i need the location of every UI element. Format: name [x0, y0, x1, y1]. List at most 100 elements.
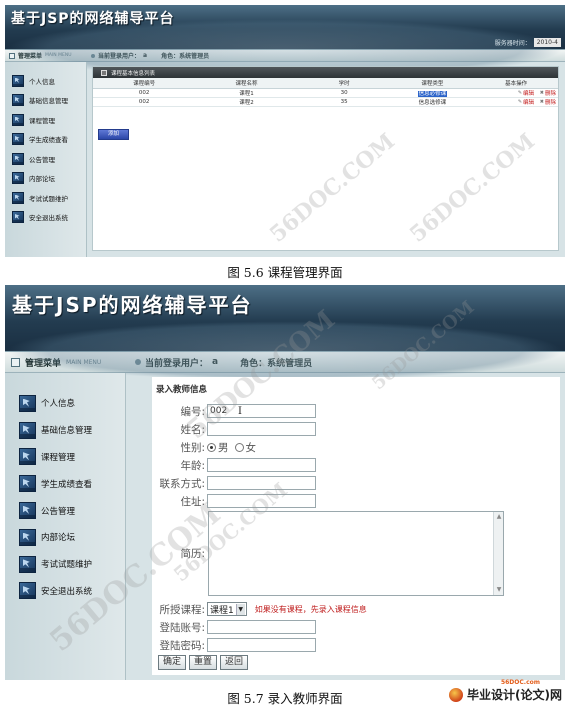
course-table: 课程编号 课程名称 学时 课程类型 基本操作 002 课程1 30 信息必修课 … [93, 78, 558, 107]
course-name: 课程1 [195, 88, 298, 98]
sidebar-item-courses[interactable]: 课程管理 [5, 110, 86, 130]
app-banner: 基于JSP的网络辅导平台 [5, 285, 565, 381]
scrollbar[interactable]: ▲ ▼ [493, 512, 503, 595]
scroll-down-icon[interactable]: ▼ [495, 586, 503, 594]
delete-icon: ✖ [539, 89, 544, 96]
monitor-icon [12, 133, 24, 146]
column-header: 基本操作 [474, 78, 558, 89]
sidebar-item-notices[interactable]: 公告管理 [5, 149, 86, 169]
sidebar-item-basic-info[interactable]: 基础信息管理 [5, 91, 86, 111]
gender-female-radio[interactable]: 女 [234, 440, 256, 455]
course-hours: 30 [297, 88, 391, 98]
sidebar-item-courses[interactable]: 课程管理 [5, 444, 125, 471]
sidebar-item-logout[interactable]: 安全退出系统 [5, 208, 86, 228]
sidebar-item-label: 安全退出系统 [29, 214, 68, 223]
monitor-icon [12, 113, 24, 126]
sidebar-item-profile[interactable]: 个人信息 [5, 390, 125, 417]
add-course-button[interactable]: 添加 [98, 129, 129, 140]
form-title: 录入教师信息 [156, 385, 208, 395]
gender-label: 性别: [180, 441, 205, 454]
sidebar-item-label: 内部论坛 [41, 533, 76, 544]
server-time-label: 服务器时间： [494, 40, 531, 47]
contact-field[interactable] [207, 476, 316, 490]
contact-label: 联系方式: [159, 477, 205, 490]
course-select[interactable]: 课程1 ▼ [207, 602, 247, 616]
back-button[interactable]: 返回 [220, 655, 249, 670]
column-header: 课程类型 [390, 78, 475, 89]
age-field[interactable] [207, 458, 316, 472]
sidebar-item-exam[interactable]: 考试试题维护 [5, 551, 125, 578]
sidebar-item-exam[interactable]: 考试试题维护 [5, 188, 86, 208]
number-field[interactable]: 002 I [207, 404, 316, 418]
monitor-icon [19, 421, 36, 439]
sidebar-item-logout[interactable]: 安全退出系统 [5, 578, 125, 605]
radio-icon [207, 442, 216, 452]
add-teacher-screenshot: 基于JSP的网络辅导平台 管理菜单 MAIN MENU 当前登录用户： a 角色… [5, 285, 565, 680]
delete-icon: ✖ [539, 98, 544, 105]
course-id: 002 [93, 88, 196, 98]
monitor-icon [19, 555, 36, 573]
gender-male-radio[interactable]: 男 [207, 440, 229, 455]
sidebar: 个人信息 基础信息管理 课程管理 学生成绩查看 公告管理 内部论坛 考试试题维护… [5, 62, 87, 257]
password-field[interactable] [207, 638, 316, 652]
form-row-account: 登陆账号: [152, 619, 316, 635]
monitor-icon [12, 172, 24, 185]
form-row-contact: 联系方式: [152, 475, 316, 491]
course-name: 课程2 [195, 97, 298, 107]
edit-button[interactable]: ✎ 编辑 [518, 98, 534, 106]
monitor-icon [19, 448, 36, 466]
form-row-address: 住址: [152, 493, 316, 509]
delete-button[interactable]: ✖ 删除 [540, 89, 556, 97]
sidebar-item-label: 考试试题维护 [41, 560, 93, 571]
edit-icon: ✎ [517, 98, 523, 105]
resume-textarea[interactable]: ▲ ▼ [208, 511, 504, 596]
form-row-gender: 性别: 男 女 [152, 439, 262, 455]
logo-text: 毕业设计(论文)网 [467, 688, 562, 702]
course-hours: 35 [297, 97, 391, 107]
monitor-icon [19, 475, 36, 493]
sidebar-item-label: 学生成绩查看 [29, 136, 68, 145]
monitor-icon [19, 502, 36, 520]
confirm-button[interactable]: 确定 [158, 655, 187, 670]
sidebar-item-label: 考试试题维护 [29, 194, 68, 203]
reset-button[interactable]: 重置 [189, 655, 218, 670]
app-title: 基于JSP的网络辅导平台 [12, 293, 253, 317]
edit-icon: ✎ [517, 89, 523, 96]
sidebar-item-label: 基础信息管理 [29, 97, 68, 106]
edit-button[interactable]: ✎ 编辑 [518, 89, 534, 97]
sidebar-item-label: 课程管理 [29, 116, 55, 125]
course-management-screenshot: 基于JSP的网络辅导平台 服务器时间： 2010-4 管理菜单 MAIN MEN… [5, 5, 565, 257]
form-row-name: 姓名: [152, 421, 316, 437]
sidebar-item-forum[interactable]: 内部论坛 [5, 524, 125, 551]
scroll-up-icon[interactable]: ▲ [495, 513, 503, 521]
course-type: 信息必修课 [390, 88, 475, 98]
monitor-icon [12, 152, 24, 165]
monitor-icon [19, 528, 36, 546]
sidebar-item-grades[interactable]: 学生成绩查看 [5, 130, 86, 150]
sidebar-item-forum[interactable]: 内部论坛 [5, 169, 86, 189]
course-id: 002 [93, 97, 196, 107]
sidebar-item-label: 基础信息管理 [41, 426, 93, 437]
address-field[interactable] [207, 494, 316, 508]
course-label: 所授课程: [159, 603, 205, 616]
sidebar-item-basic-info[interactable]: 基础信息管理 [5, 417, 125, 444]
age-label: 年龄: [180, 459, 205, 472]
password-label: 登陆密码: [159, 639, 205, 652]
server-time: 服务器时间： 2010-4 [495, 38, 561, 47]
form-row-resume: 简历: [152, 545, 207, 561]
teacher-form: 录入教师信息 编号: 002 I 姓名: 性别: 男 女 年龄: 联系方式: 住址… [152, 377, 560, 675]
column-header: 课程名称 [195, 78, 298, 89]
sidebar-item-label: 安全退出系统 [41, 586, 93, 597]
form-row-course: 所授课程: 课程1 ▼ 如果没有课程，先录入课程信息 [152, 601, 367, 617]
number-label: 编号: [180, 405, 205, 418]
name-field[interactable] [207, 422, 316, 436]
form-row-age: 年龄: [152, 457, 316, 473]
sidebar-item-notices[interactable]: 公告管理 [5, 497, 125, 524]
delete-button[interactable]: ✖ 删除 [540, 98, 556, 106]
sidebar-item-label: 公告管理 [41, 506, 76, 517]
sidebar-item-label: 公告管理 [29, 155, 55, 164]
account-field[interactable] [207, 620, 316, 634]
sidebar-item-profile[interactable]: 个人信息 [5, 71, 86, 91]
monitor-icon [12, 74, 24, 87]
sidebar-item-grades[interactable]: 学生成绩查看 [5, 470, 125, 497]
